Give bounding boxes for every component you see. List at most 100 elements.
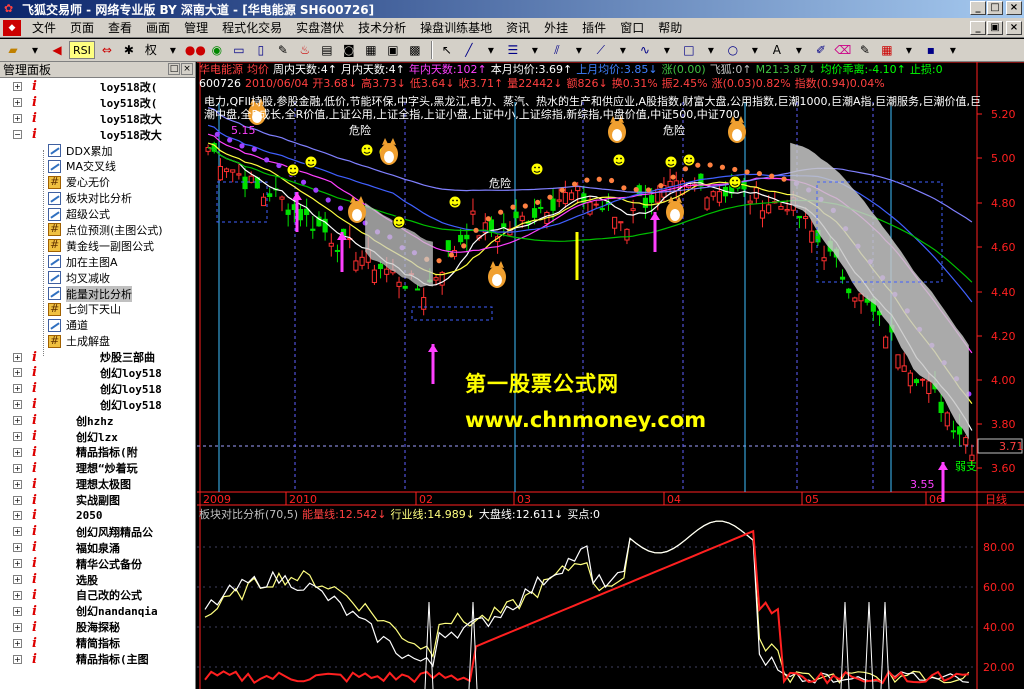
menu-item[interactable]: 外挂 bbox=[537, 19, 575, 36]
tree-folder[interactable]: + i loy518改( bbox=[0, 95, 195, 111]
tree-folder[interactable]: + i 创hzhz bbox=[0, 413, 195, 429]
expand-icon[interactable]: + bbox=[13, 368, 22, 378]
notebook-icon[interactable]: ▤ bbox=[317, 41, 337, 59]
expand-icon[interactable]: + bbox=[13, 638, 22, 648]
tree-formula-item[interactable]: 板块对比分析 bbox=[0, 190, 195, 206]
chart-area[interactable]: 5.20 5.00 4.80 4.60 4.40 4.20 4.00 3.80 3.60 3.71… bbox=[197, 62, 1024, 689]
expand-icon[interactable]: + bbox=[13, 352, 22, 362]
tree-formula-item[interactable]: 加在主图A bbox=[0, 254, 195, 270]
tools-icon[interactable]: ✎ bbox=[273, 41, 293, 59]
tree-folder[interactable]: − i loy518改大 bbox=[0, 127, 195, 143]
tree-folder[interactable]: + i 创幻loy518 bbox=[0, 365, 195, 381]
chevron-down-icon[interactable]: ▾ bbox=[789, 41, 809, 59]
wave-icon[interactable]: ∿ bbox=[635, 41, 655, 59]
tree-formula-item[interactable]: 爱心无价 bbox=[0, 174, 195, 190]
menu-item[interactable]: 实盘潜伏 bbox=[289, 19, 351, 36]
tree-folder[interactable]: + i 创幻loy518 bbox=[0, 381, 195, 397]
brush-icon[interactable]: ✎ bbox=[855, 41, 875, 59]
tree-formula-item[interactable]: 通道 bbox=[0, 317, 195, 333]
menu-item[interactable]: 窗口 bbox=[613, 19, 651, 36]
adjust-dropdown-icon[interactable]: ✱ bbox=[119, 41, 139, 59]
expand-icon[interactable]: + bbox=[13, 606, 22, 616]
menu-item[interactable]: 查看 bbox=[101, 19, 139, 36]
expand-icon[interactable]: + bbox=[13, 447, 22, 457]
palette-icon[interactable]: ▩ bbox=[405, 41, 425, 59]
camera-icon[interactable]: ◙ bbox=[339, 41, 359, 59]
mdi-restore-button[interactable]: ▣ bbox=[987, 21, 1003, 35]
text-icon[interactable]: A bbox=[767, 41, 787, 59]
horizontal-lines-icon[interactable]: ☰ bbox=[503, 41, 523, 59]
tree-folder[interactable]: + i 精简指标 bbox=[0, 635, 195, 651]
grid-icon[interactable]: ▦ bbox=[361, 41, 381, 59]
tree-folder[interactable]: + i 理想“炒着玩 bbox=[0, 460, 195, 476]
menu-item[interactable]: 插件 bbox=[575, 19, 613, 36]
expand-icon[interactable]: + bbox=[13, 527, 22, 537]
alarm-icon[interactable]: ♨ bbox=[295, 41, 315, 59]
window-icon[interactable]: ▣ bbox=[383, 41, 403, 59]
menu-item[interactable]: 技术分析 bbox=[351, 19, 413, 36]
chevron-down-icon[interactable]: ▾ bbox=[613, 41, 633, 59]
panel-close-button[interactable]: × bbox=[181, 63, 193, 75]
tree-formula-item[interactable]: MA交叉线 bbox=[0, 158, 195, 174]
expand-icon[interactable]: + bbox=[13, 463, 22, 473]
expand-icon[interactable]: + bbox=[13, 98, 22, 108]
menu-item[interactable]: 资讯 bbox=[499, 19, 537, 36]
cursor-icon[interactable]: ↖ bbox=[437, 41, 457, 59]
tree-folder[interactable]: + i 创幻lzx bbox=[0, 429, 195, 445]
menu-item[interactable]: 帮助 bbox=[651, 19, 689, 36]
panel-pin-button[interactable]: □ bbox=[168, 63, 180, 75]
maximize-button[interactable]: □ bbox=[987, 1, 1003, 15]
indicator-icon[interactable]: ◉ bbox=[207, 41, 227, 59]
collapse-icon[interactable]: − bbox=[13, 130, 22, 140]
expand-icon[interactable]: + bbox=[13, 559, 22, 569]
mdi-minimize-button[interactable]: _ bbox=[970, 21, 986, 35]
expand-icon[interactable]: + bbox=[13, 590, 22, 600]
chevron-down-icon[interactable]: ▾ bbox=[657, 41, 677, 59]
chevron-down-icon[interactable]: ▾ bbox=[481, 41, 501, 59]
expand-icon[interactable]: + bbox=[13, 479, 22, 489]
expand-icon[interactable]: + bbox=[13, 416, 22, 426]
back-icon[interactable]: ◀ bbox=[47, 41, 67, 59]
rights-adjust-button[interactable]: 权 bbox=[141, 41, 161, 59]
tree-folder[interactable]: + i 炒股三部曲 bbox=[0, 349, 195, 365]
tree-folder[interactable]: + i 股海探秘 bbox=[0, 619, 195, 635]
parallel-lines-icon[interactable]: ⫽ bbox=[547, 41, 567, 59]
line-draw-icon[interactable]: ╱ bbox=[459, 41, 479, 59]
app-menu-icon[interactable]: ◆ bbox=[3, 19, 21, 36]
tree-folder[interactable]: + i 选股 bbox=[0, 572, 195, 588]
menu-item[interactable]: 程式化交易 bbox=[215, 19, 289, 36]
menu-item[interactable]: 文件 bbox=[25, 19, 63, 36]
eraser-icon[interactable]: ⌫ bbox=[833, 41, 853, 59]
close-button[interactable]: × bbox=[1006, 1, 1022, 15]
chevron-down-icon[interactable]: ▾ bbox=[899, 41, 919, 59]
save-icon[interactable]: ▪ bbox=[921, 41, 941, 59]
expand-icon[interactable]: + bbox=[13, 575, 22, 585]
tree-folder[interactable]: + i 理想太极图 bbox=[0, 476, 195, 492]
open-folder-icon[interactable]: ▰ bbox=[3, 41, 23, 59]
expand-icon[interactable]: + bbox=[13, 511, 22, 521]
expand-icon[interactable]: + bbox=[13, 384, 22, 394]
swap-arrows-icon[interactable]: ⇔ bbox=[97, 41, 117, 59]
color-grid-icon[interactable]: ▦ bbox=[877, 41, 897, 59]
expand-icon[interactable]: + bbox=[13, 495, 22, 505]
tree-formula-item[interactable]: 均叉减收 bbox=[0, 270, 195, 286]
chevron-down-icon[interactable]: ▾ bbox=[943, 41, 963, 59]
tree-folder[interactable]: + i loy518改大 bbox=[0, 111, 195, 127]
rsi-button[interactable]: RSI bbox=[69, 41, 95, 59]
pencil-icon[interactable]: ✐ bbox=[811, 41, 831, 59]
chevron-down-icon[interactable]: ▾ bbox=[569, 41, 589, 59]
chevron-down-icon[interactable]: ▾ bbox=[163, 41, 183, 59]
tree-folder[interactable]: + i 2050 bbox=[0, 508, 195, 524]
tree-folder[interactable]: + i 福如泉涌 bbox=[0, 540, 195, 556]
tree-formula-item[interactable]: 七剑下天山 bbox=[0, 301, 195, 317]
expand-icon[interactable]: + bbox=[13, 114, 22, 124]
glasses-icon[interactable]: ●● bbox=[185, 41, 206, 59]
tree-folder[interactable]: + i 精品指标(主图 bbox=[0, 651, 195, 667]
expand-icon[interactable]: + bbox=[13, 82, 22, 92]
minimize-button[interactable]: _ bbox=[970, 1, 986, 15]
expand-icon[interactable]: + bbox=[13, 543, 22, 553]
menu-item[interactable]: 画面 bbox=[139, 19, 177, 36]
tree-folder[interactable]: + i 创幻nandanqia bbox=[0, 603, 195, 619]
monitor-icon[interactable]: ▭ bbox=[229, 41, 249, 59]
tree-folder[interactable]: + i 自己改的公式 bbox=[0, 588, 195, 604]
